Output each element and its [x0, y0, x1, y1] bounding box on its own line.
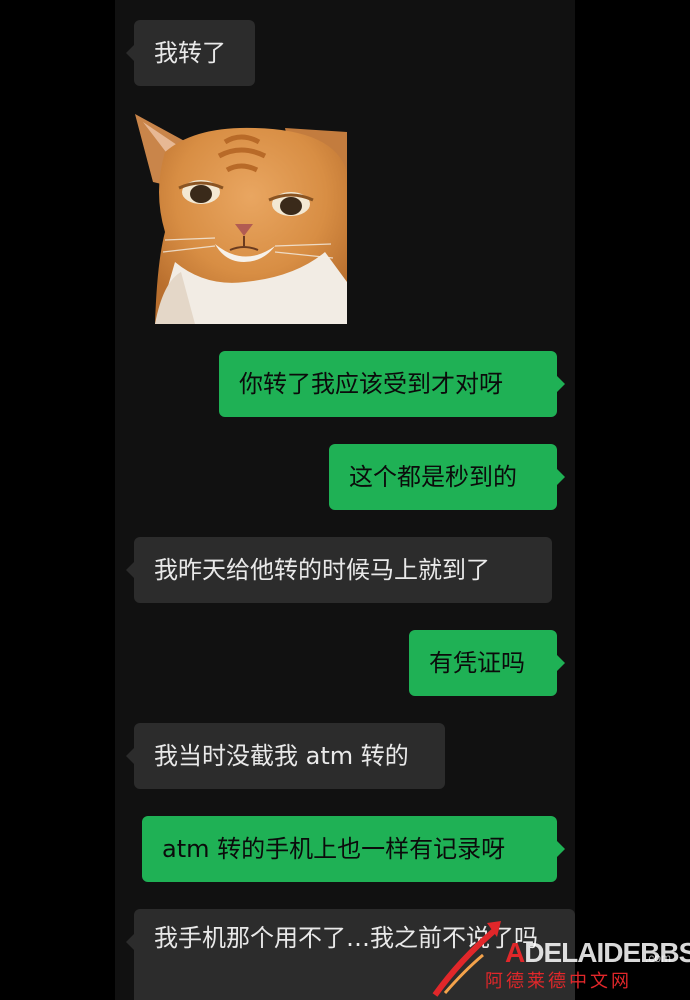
cat-sticker[interactable] [135, 112, 347, 324]
message-text: atm 转的手机上也一样有记录呀 [162, 835, 506, 863]
message-text: 你转了我应该受到才对呀 [239, 370, 503, 398]
message-text: 我昨天给他转的时候马上就到了 [154, 556, 490, 584]
message-bubble-incoming-1[interactable]: 我转了 [126, 20, 255, 86]
cat-face-icon [135, 112, 347, 324]
watermark-domain: .com [645, 951, 672, 965]
message-text: 我当时没截我 atm 转的 [154, 742, 409, 770]
message-text: 有凭证吗 [429, 649, 525, 677]
message-bubble-outgoing-3[interactable]: 有凭证吗 [409, 630, 565, 696]
message-text: 我手机那个用不了…我之前不说了吗 [154, 924, 538, 952]
message-text: 这个都是秒到的 [349, 463, 517, 491]
message-bubble-outgoing-4[interactable]: atm 转的手机上也一样有记录呀 [142, 816, 565, 882]
message-bubble-outgoing-1[interactable]: 你转了我应该受到才对呀 [219, 351, 565, 417]
message-bubble-incoming-2[interactable]: 我昨天给他转的时候马上就到了 [126, 537, 552, 603]
message-bubble-incoming-3[interactable]: 我当时没截我 atm 转的 [126, 723, 445, 789]
message-bubble-outgoing-2[interactable]: 这个都是秒到的 [329, 444, 565, 510]
screenshot-page: 我转了 你转了我应该受到才对呀 这个都是秒到的 我昨天给他转的时候马上就到了 有… [0, 0, 690, 1000]
message-text: 我转了 [154, 39, 226, 67]
message-bubble-incoming-4[interactable]: 我手机那个用不了…我之前不说了吗 [126, 909, 575, 1000]
